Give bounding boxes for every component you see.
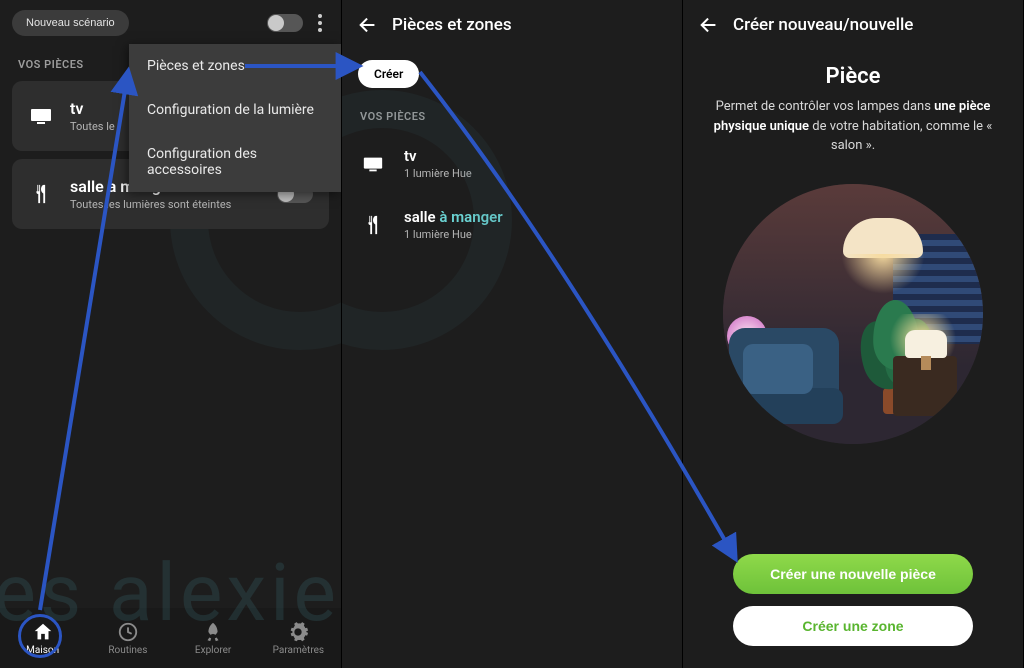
rocket-icon bbox=[202, 621, 224, 643]
arrow-left-icon bbox=[698, 14, 720, 36]
back-button[interactable] bbox=[695, 11, 723, 39]
panel-rooms-zones: Pièces et zones Créer VOS PIÈCES tv 1 lu… bbox=[341, 0, 682, 668]
cutlery-icon bbox=[360, 212, 386, 238]
panel-home: Nouveau scénario VOS PIÈCES tv Toutes le… bbox=[0, 0, 341, 668]
nav-settings[interactable]: Paramètres bbox=[256, 608, 341, 668]
tv-icon bbox=[360, 151, 386, 177]
overflow-dropdown: Pièces et zones Configuration de la lumi… bbox=[129, 44, 341, 192]
nav-explore-label: Explorer bbox=[195, 645, 231, 656]
menu-accessory-config[interactable]: Configuration des accessoires bbox=[129, 132, 341, 192]
panel-create-new: Créer nouveau/nouvelle Pièce Permet de c… bbox=[682, 0, 1023, 668]
create-heading: Pièce bbox=[683, 64, 1023, 89]
new-scenario-button[interactable]: Nouveau scénario bbox=[12, 10, 129, 36]
arrow-left-icon bbox=[357, 14, 379, 36]
create-zone-button[interactable]: Créer une zone bbox=[733, 606, 973, 646]
clock-icon bbox=[117, 621, 139, 643]
create-room-button[interactable]: Créer une nouvelle pièce bbox=[733, 554, 973, 594]
room-row-tv[interactable]: tv 1 lumière Hue bbox=[342, 133, 682, 194]
room-sub: 1 lumière Hue bbox=[404, 167, 472, 180]
room-illustration bbox=[723, 184, 983, 444]
global-toggle[interactable] bbox=[267, 14, 303, 32]
room-name: tv bbox=[70, 99, 115, 118]
menu-rooms-zones[interactable]: Pièces et zones bbox=[129, 44, 341, 88]
nav-explore[interactable]: Explorer bbox=[171, 608, 256, 668]
tv-icon bbox=[28, 103, 54, 129]
create-description: Permet de contrôler vos lampes dans une … bbox=[683, 89, 1023, 156]
header: Pièces et zones bbox=[342, 0, 682, 50]
tutorial-highlight-circle bbox=[18, 614, 62, 658]
room-sub: Toutes les lumières sont éteintes bbox=[70, 198, 231, 211]
create-chip[interactable]: Créer bbox=[358, 60, 419, 88]
header-title: Créer nouveau/nouvelle bbox=[733, 15, 913, 35]
nav-routines-label: Routines bbox=[108, 645, 147, 656]
menu-light-config[interactable]: Configuration de la lumière bbox=[129, 88, 341, 132]
room-row-dining[interactable]: salle à manger 1 lumière Hue bbox=[342, 194, 682, 255]
rooms-section-label: VOS PIÈCES bbox=[342, 96, 682, 133]
cutlery-icon bbox=[28, 181, 54, 207]
nav-routines[interactable]: Routines bbox=[85, 608, 170, 668]
header-title: Pièces et zones bbox=[392, 15, 512, 35]
room-name: tv bbox=[404, 147, 472, 165]
room-name: salle à manger bbox=[404, 208, 503, 226]
header: Créer nouveau/nouvelle bbox=[683, 0, 1023, 50]
gear-icon bbox=[287, 621, 309, 643]
overflow-menu-icon[interactable] bbox=[311, 11, 329, 35]
room-sub: 1 lumière Hue bbox=[404, 228, 503, 241]
back-button[interactable] bbox=[354, 11, 382, 39]
nav-settings-label: Paramètres bbox=[273, 645, 324, 656]
room-sub: Toutes le bbox=[70, 120, 115, 133]
